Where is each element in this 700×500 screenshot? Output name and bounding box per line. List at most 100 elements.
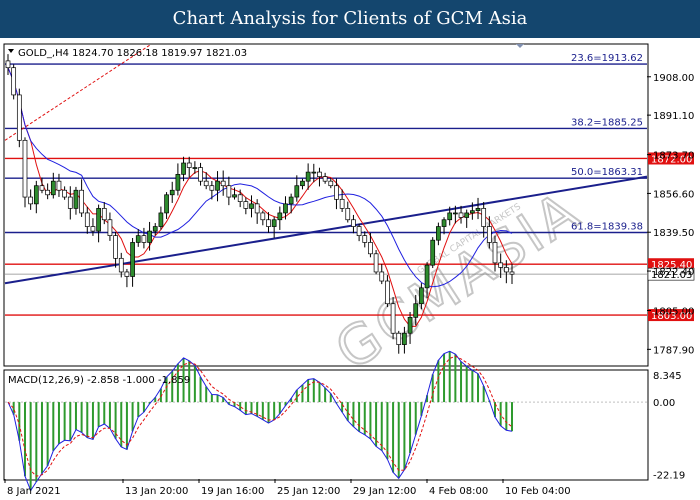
candle-body [356, 226, 362, 236]
candle-body [220, 180, 226, 187]
x-tick-label: 4 Feb 08:00 [429, 486, 488, 497]
chart-svg: GCMASIA GLOBAL CAPITAL MARKETS 23.6=1913… [3, 43, 694, 497]
price-tick-label: 1787.90 [653, 345, 694, 356]
banner-title: Chart Analysis for Clients of GCM Asia [0, 0, 700, 38]
macd-tick-label: 8.345 [653, 371, 682, 382]
candle-body [192, 167, 198, 169]
candle-body [373, 253, 379, 273]
candle-body [260, 212, 266, 221]
price-tick-label: 1891.10 [653, 111, 694, 122]
candle-body [50, 180, 56, 196]
candle-body [158, 212, 164, 227]
candle-body [339, 198, 345, 209]
candle-body [288, 196, 294, 205]
candle-body [113, 235, 118, 259]
candle-body [5, 60, 11, 69]
x-tick-label: 29 Jan 12:00 [353, 486, 416, 497]
candle-body [385, 280, 390, 305]
candle-body [351, 219, 356, 227]
candle-body [317, 171, 322, 177]
candle-body [436, 226, 441, 241]
candle-body [453, 212, 458, 215]
candle-body [271, 219, 277, 227]
candle-body [84, 212, 90, 227]
candle-body [135, 235, 141, 243]
candle-body [390, 303, 396, 334]
candle-body [492, 242, 498, 264]
macd-info: MACD(12,26,9) -2.858 -1.000 -1.859 [8, 375, 190, 386]
price-tick-label: 1856.60 [653, 189, 694, 200]
candle-body [62, 189, 67, 198]
candle-body [345, 208, 351, 221]
price-tick-label: 1908.00 [653, 73, 694, 84]
candle-body [402, 332, 407, 345]
candle-body [498, 262, 504, 268]
candle-body [254, 203, 260, 214]
candle-body [509, 271, 515, 275]
candle-body [169, 189, 175, 196]
candle-body [203, 180, 209, 187]
candle-body [447, 212, 453, 221]
candle-body [441, 219, 447, 227]
candle-body [407, 316, 413, 334]
fib-label: 50.0=1863.31 [571, 167, 643, 178]
candle-body [322, 176, 328, 182]
macd-panel [3, 369, 649, 481]
candle-body [300, 180, 305, 187]
candle-body [470, 210, 475, 214]
candle-body [475, 208, 481, 212]
candle-body [413, 303, 419, 318]
candle-body [73, 189, 79, 209]
candle-body [39, 185, 45, 191]
x-tick-label: 25 Jan 12:00 [277, 486, 340, 497]
candle-body [486, 226, 492, 243]
candle-body [124, 271, 130, 277]
candle-body [130, 242, 135, 277]
candle-body [237, 194, 243, 202]
macd-tick-label: -22.19 [653, 471, 685, 482]
candle-body [175, 174, 181, 191]
candle-body [419, 287, 424, 305]
macd-tick-label: 0.00 [653, 398, 675, 409]
chart-frame: GCMASIA GLOBAL CAPITAL MARKETS 23.6=1913… [0, 38, 700, 500]
price-tick-label: 1873.70 [653, 151, 694, 162]
candle-body [181, 162, 186, 175]
candle-body [311, 171, 317, 174]
candle-body [232, 194, 237, 198]
price-tick-label: 1839.50 [653, 228, 694, 239]
fib-label: 61.8=1839.38 [571, 222, 643, 233]
candle-body [11, 67, 17, 96]
candle-body [481, 208, 487, 227]
candle-body [266, 219, 271, 227]
candle-body [45, 189, 50, 196]
x-tick-label: 19 Jan 16:00 [201, 486, 264, 497]
candle-body [294, 185, 300, 198]
candle-body [147, 230, 152, 243]
candle-body [79, 189, 84, 214]
candle-body [141, 235, 147, 243]
candle-body [458, 212, 464, 218]
fib-label: 23.6=1913.62 [571, 53, 643, 64]
candle-body [226, 185, 232, 198]
x-tick-label: 10 Feb 04:00 [505, 486, 571, 497]
candle-body [198, 167, 203, 182]
candle-body [379, 271, 385, 282]
candle-body [164, 194, 169, 214]
candle-body [67, 196, 73, 209]
candle-body [33, 185, 39, 205]
candle-body [334, 185, 339, 200]
candle-body [362, 235, 368, 243]
candle-body [215, 180, 220, 191]
fib-label: 38.2=1885.25 [571, 117, 643, 128]
candle-body [503, 267, 509, 273]
candle-body [56, 180, 62, 191]
candle-body [368, 242, 373, 255]
candle-body [107, 219, 113, 236]
candle-body [209, 185, 215, 191]
candle-body [152, 226, 158, 232]
price-tick-label: 1822.40 [653, 267, 694, 278]
candle-body [90, 226, 96, 232]
candle-body [424, 264, 430, 289]
candle-body [305, 171, 311, 182]
candle-body [22, 139, 28, 198]
